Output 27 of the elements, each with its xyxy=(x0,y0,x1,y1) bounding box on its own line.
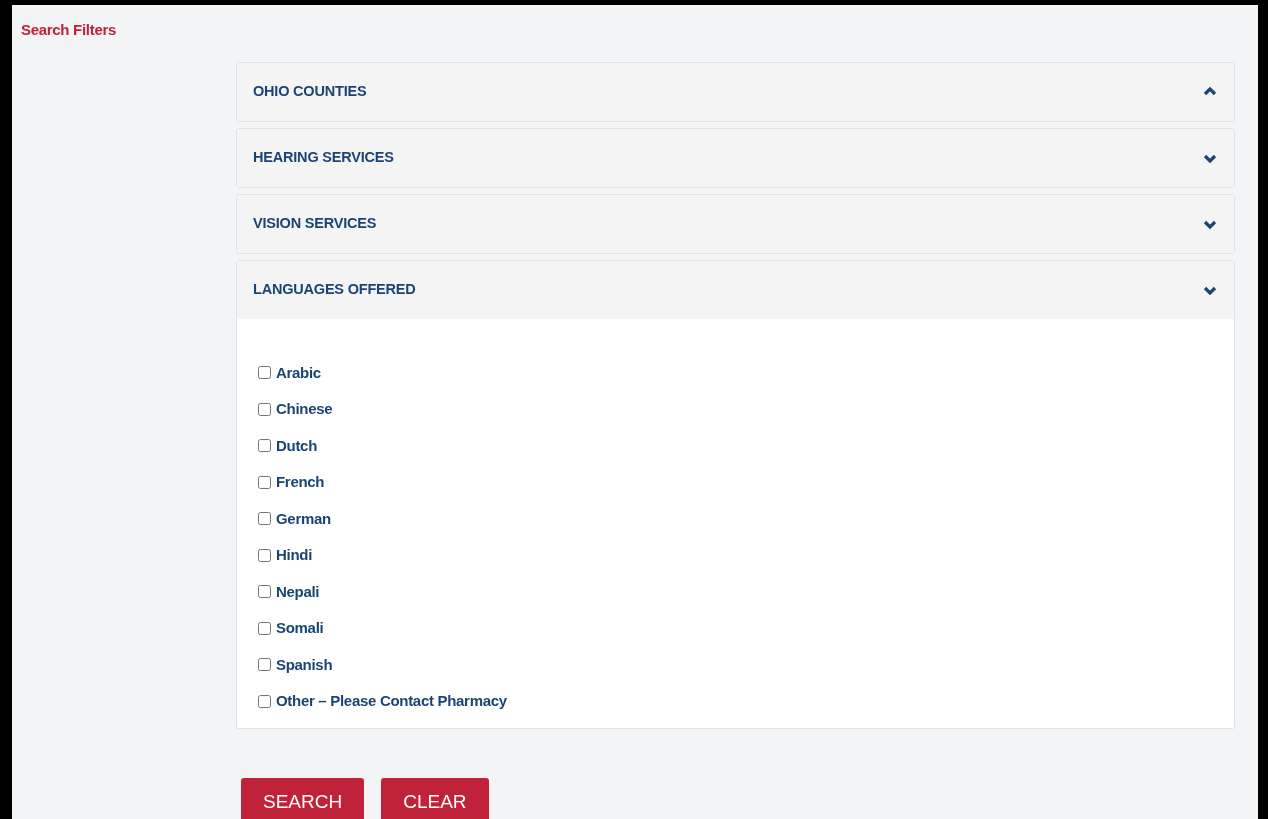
checkbox[interactable] xyxy=(258,439,271,453)
checkbox[interactable] xyxy=(258,585,271,599)
accordion-header[interactable]: OHIO COUNTIES xyxy=(237,62,1234,121)
search-button[interactable]: SEARCH xyxy=(241,777,365,819)
checkbox[interactable] xyxy=(258,658,271,672)
page-title: Search Filters xyxy=(21,20,117,40)
checkbox-label[interactable]: Arabic xyxy=(276,361,321,384)
checkbox[interactable] xyxy=(258,548,271,562)
checkbox-label[interactable]: Somali xyxy=(276,617,324,640)
checkbox-label[interactable]: Other – Please Contact Pharmacy xyxy=(276,690,507,713)
checkbox[interactable] xyxy=(258,366,271,380)
checkbox[interactable] xyxy=(258,402,271,416)
checkbox-label[interactable]: Hindi xyxy=(276,544,312,567)
checkbox[interactable] xyxy=(258,475,271,489)
checkbox[interactable] xyxy=(258,512,271,526)
checkbox-label[interactable]: Dutch xyxy=(276,434,317,457)
checkbox[interactable] xyxy=(258,694,271,708)
checkbox-label[interactable]: French xyxy=(276,471,325,494)
checkbox-label[interactable]: Spanish xyxy=(276,653,333,676)
accordion-header[interactable]: LANGUAGES OFFERED xyxy=(237,260,1234,319)
checkbox-label[interactable]: German xyxy=(276,507,331,530)
clear-button[interactable]: CLEAR xyxy=(381,777,489,819)
checkbox[interactable] xyxy=(258,621,271,635)
accordion-header[interactable]: VISION SERVICES xyxy=(237,194,1234,253)
checkbox-label[interactable]: Chinese xyxy=(276,398,333,421)
accordion-header[interactable]: HEARING SERVICES xyxy=(237,128,1234,187)
checkbox-label[interactable]: Nepali xyxy=(276,580,320,603)
